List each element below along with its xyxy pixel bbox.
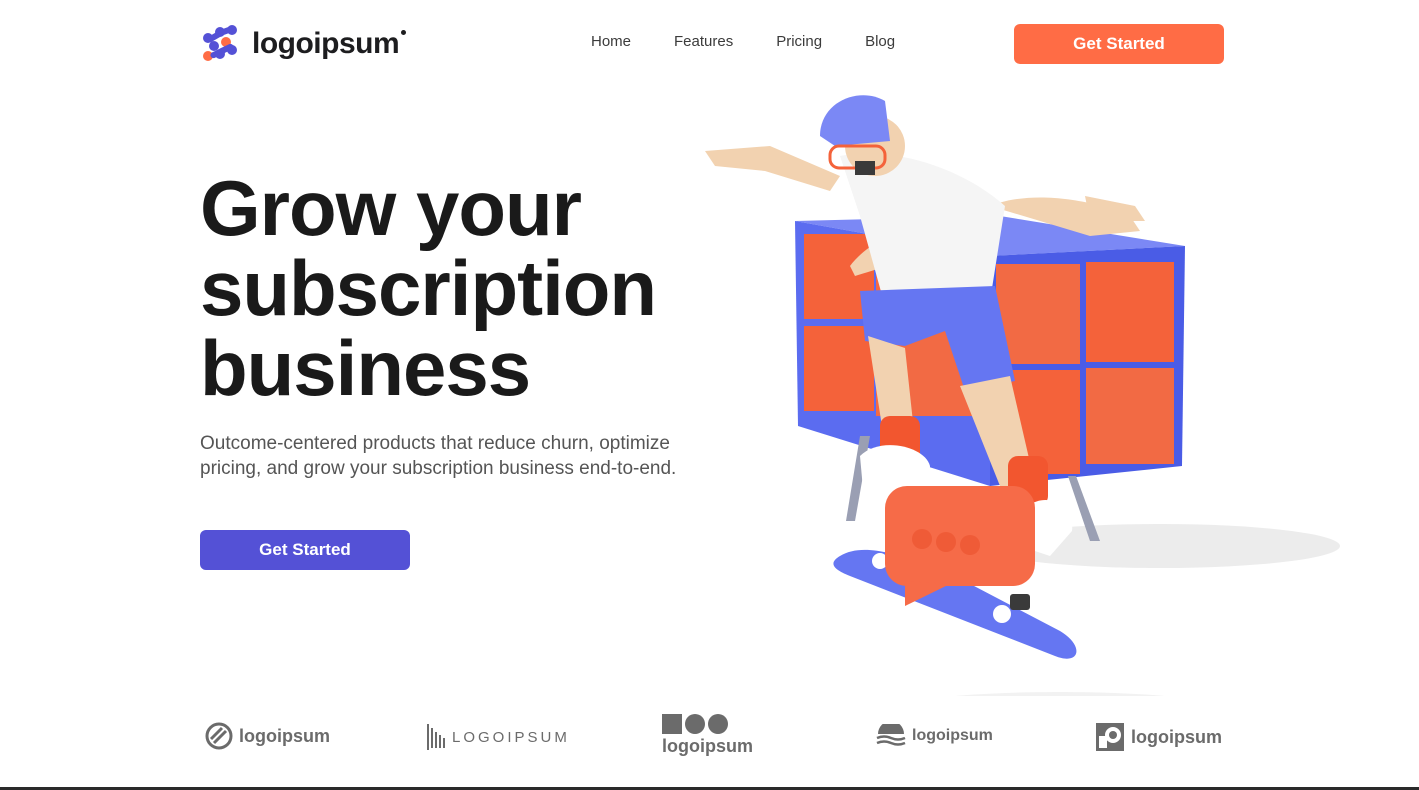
nav-blog-link[interactable]: Blog [865,33,895,50]
partner-logo-3: logoipsum [662,712,753,757]
barcode-icon [427,724,445,750]
hero-title-line-3: business [200,324,531,412]
nav-pricing-link[interactable]: Pricing [776,33,822,50]
square-circles-icon [662,714,728,734]
floor-shadow-2 [955,692,1165,696]
partner-logo-5: logoipsum [1095,722,1222,752]
circle-stripes-icon [205,722,233,750]
brand-dot [401,30,407,35]
logoipsum-mark-icon [203,25,237,61]
hero-title: Grow your subscription business [200,168,740,408]
get-started-button-header[interactable]: Get Started [1014,24,1224,64]
brand-name: logoipsum [252,27,400,60]
waves-icon [876,724,906,746]
partner-logos: logoipsum LOGOIPSUM logoipsum logoipsum [0,700,1419,780]
square-ring-icon [1096,723,1124,751]
partner-logo-2-text: LOGOIPSUM [452,728,570,746]
hero-title-line-1: Grow your [200,164,582,252]
top-navbar: logoipsum Home Features Pricing Blog Get… [0,0,1419,86]
partner-logo-2: LOGOIPSUM [426,722,570,752]
brand-logo[interactable]: logoipsum [200,24,407,64]
partner-logo-1: logoipsum [205,722,330,750]
partner-logo-4-text: logoipsum [912,727,993,744]
partner-logo-3-text: logoipsum [662,736,753,756]
partner-logo-5-text: logoipsum [1131,726,1222,747]
hero-illustration [705,95,1340,696]
partner-logo-1-text: logoipsum [239,725,330,746]
hero-subtitle: Outcome-centered products that reduce ch… [200,433,677,479]
partner-logo-4: logoipsum [876,724,993,748]
get-started-button-hero[interactable]: Get Started [200,530,410,570]
nav-home-link[interactable]: Home [591,33,631,50]
hero-title-line-2: subscription [200,244,657,332]
nav-features-link[interactable]: Features [674,33,733,50]
main-menu: Home Features Pricing Blog [591,33,938,50]
